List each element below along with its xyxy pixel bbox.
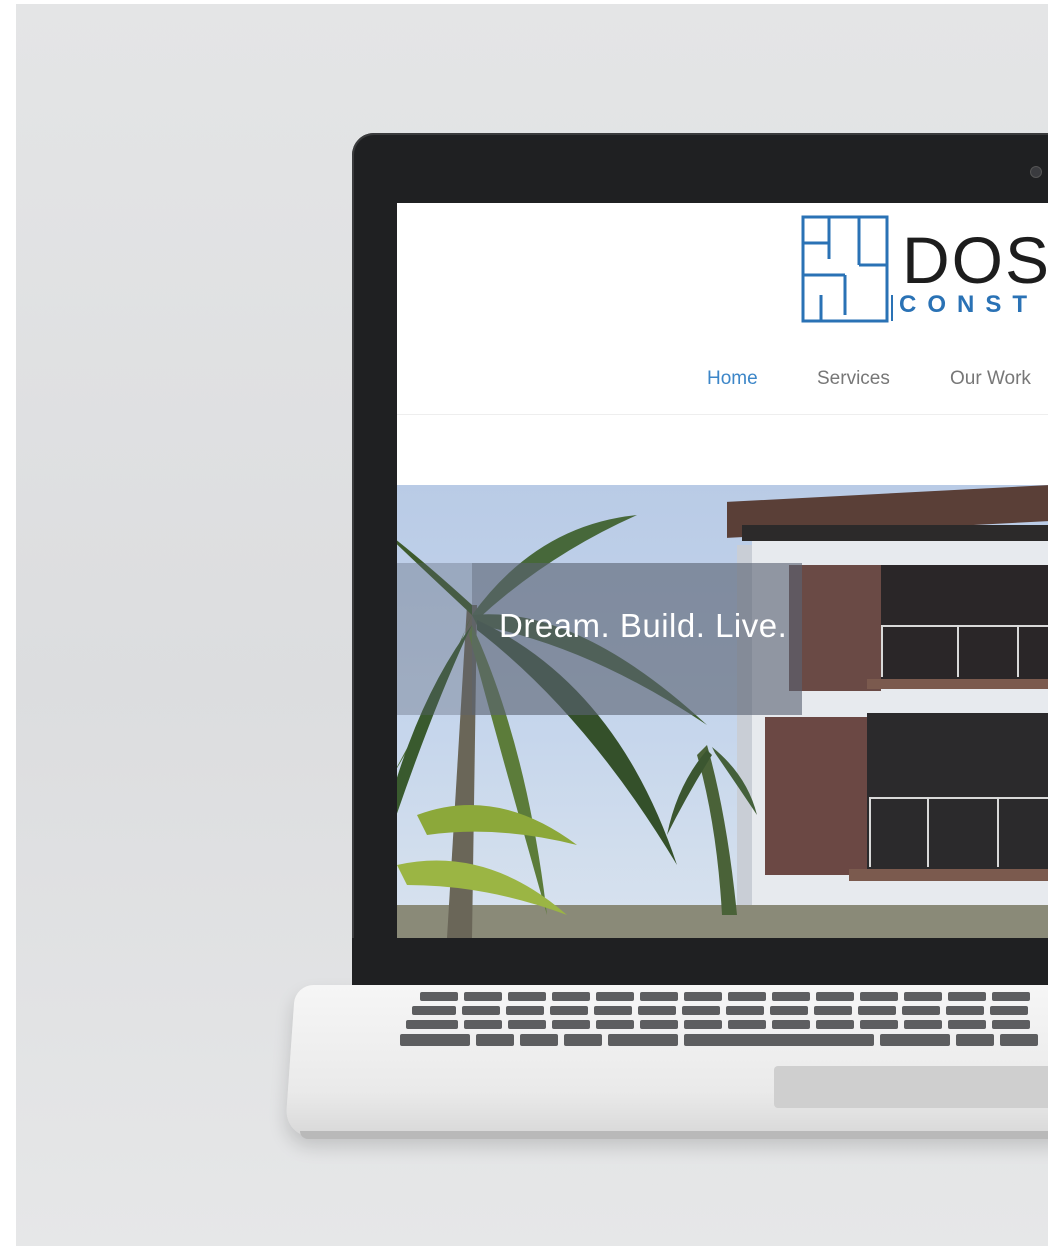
building-slab-lower [849, 869, 1048, 881]
nav-item-our-work[interactable]: Our Work [950, 368, 1031, 390]
building-balcony-lower [867, 713, 1048, 873]
logo-divider [891, 295, 893, 321]
webcam-icon [1030, 166, 1042, 178]
site-header: DOS CONST [397, 203, 1048, 349]
railing-post [927, 797, 929, 867]
hero-banner: Dream. Build. Live. [397, 485, 1048, 938]
laptop-base-edge [300, 1131, 1048, 1139]
building-roof-underside [742, 525, 1048, 541]
frame-edge-top [0, 0, 1048, 4]
railing-post [869, 797, 871, 867]
railing-lower [869, 797, 1048, 799]
railing-post [997, 797, 999, 867]
building-brick-panel-lower [765, 717, 867, 875]
laptop-keyboard [398, 992, 1048, 1054]
logo-title[interactable]: DOS [902, 227, 1048, 293]
floor-plan-logo-icon[interactable] [801, 215, 891, 325]
nav-item-services[interactable]: Services [817, 368, 890, 390]
frame-edge-left [0, 0, 16, 1249]
nav-item-home[interactable]: Home [707, 368, 758, 390]
laptop-screen: DOS CONST Home Services Our Work Dream. … [397, 203, 1048, 938]
railing-post [881, 625, 883, 677]
railing-post [1017, 625, 1019, 677]
building-slab-upper [867, 679, 1048, 689]
laptop-bezel-bottom [352, 938, 1048, 985]
laptop-trackpad [774, 1066, 1048, 1108]
logo-subtitle: CONST [899, 291, 1038, 318]
hero-tagline: Dream. Build. Live. [499, 607, 788, 644]
railing-upper [881, 625, 1048, 627]
main-nav: Home Services Our Work [397, 348, 1048, 415]
building-brick-panel-upper [789, 565, 881, 691]
railing-post [957, 625, 959, 677]
tagline-overlay-left [397, 563, 472, 715]
